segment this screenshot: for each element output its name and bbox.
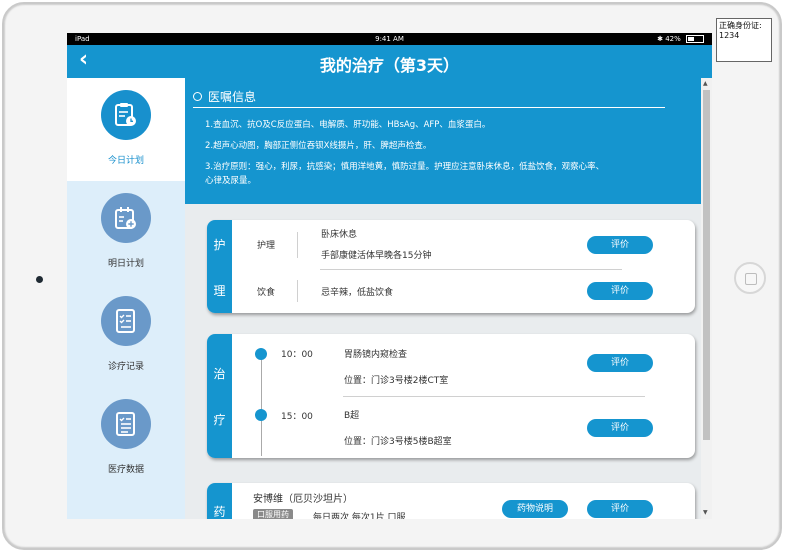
treatment-time: 15：00: [281, 412, 313, 422]
camera: [36, 276, 43, 283]
order-item: 2.超声心动图，胸部正侧位吞钡X线摄片，肝、脾超声检查。: [205, 141, 432, 151]
bluetooth-icon: ✱: [657, 35, 666, 43]
circle-icon: [193, 92, 202, 101]
id-note-value: 1234: [719, 31, 740, 40]
evaluate-button[interactable]: 评价: [587, 419, 653, 437]
sidebar-item-label: 今日计划: [107, 156, 144, 166]
treatment-location: 位置：门诊3号楼2楼CT室: [344, 376, 449, 386]
category-label: 护理: [257, 241, 276, 251]
evaluate-button[interactable]: 评价: [587, 500, 653, 518]
clipboard-clock-icon: [101, 90, 151, 140]
status-bar: iPad 9:41 AM ✱ 42%: [67, 33, 712, 45]
category-label: 饮食: [257, 288, 276, 298]
order-item: 1.查血沉、抗O及C反应蛋白、电解质、肝功能、HBsAg、AFP、血浆蛋白。: [205, 120, 491, 130]
nav-bar: ‹ 我的治疗（第3天）: [67, 45, 712, 78]
scroll-thumb[interactable]: [703, 90, 710, 440]
battery-status: ✱ 42%: [657, 33, 704, 45]
nursing-item: 忌辛辣，低盐饮食: [321, 288, 394, 298]
evaluate-button[interactable]: 评价: [587, 236, 653, 254]
checklist-icon: [101, 296, 151, 346]
sidebar-item-label: 明日计划: [107, 259, 144, 269]
nursing-item: 卧床休息: [321, 230, 358, 240]
medicine-card: 药 安博维（厄贝沙坦片） 口服用药 每日两次 每次1片 口服 药物说明 评价: [207, 483, 695, 519]
app-screen: iPad 9:41 AM ✱ 42% ‹ 我的治疗（第3天） 今日计划 明日计划: [67, 33, 712, 519]
tab-char: 疗: [213, 413, 226, 427]
treatment-time: 10：00: [281, 350, 313, 360]
sidebar-item-tomorrow-plan[interactable]: 明日计划: [67, 181, 185, 284]
sidebar: 今日计划 明日计划 诊疗记录 医疗数据: [67, 78, 185, 519]
order-item: 心律及尿量。: [205, 176, 257, 186]
treatment-card: 治 疗 10：00 胃肠镜内窥检查 位置：门诊3号楼2楼CT室 评价 15：00…: [207, 334, 695, 458]
sidebar-item-today-plan[interactable]: 今日计划: [67, 78, 185, 181]
divider: [297, 280, 298, 302]
timeline-dot: [255, 348, 267, 360]
timeline-dot: [255, 409, 267, 421]
scroll-down-icon[interactable]: ▼: [703, 509, 708, 517]
medical-orders-panel: 医嘱信息 1.查血沉、抗O及C反应蛋白、电解质、肝功能、HBsAg、AFP、血浆…: [185, 78, 701, 204]
orders-heading: 医嘱信息: [193, 88, 256, 105]
sidebar-item-label: 医疗数据: [107, 465, 144, 475]
timeline-line: [261, 356, 262, 456]
id-note: 正确身份证: 1234: [716, 18, 772, 62]
battery-percent: 42%: [665, 35, 681, 43]
id-note-label: 正确身份证:: [719, 21, 762, 30]
tab-char: 理: [213, 284, 226, 298]
sidebar-item-label: 诊疗记录: [107, 362, 144, 372]
nursing-card: 护 理 护理 卧床休息 手部康健活体早晚各15分钟 评价 饮食 忌辛辣，低盐饮食…: [207, 220, 695, 313]
tab-char: 护: [213, 238, 226, 252]
sidebar-item-records[interactable]: 诊疗记录: [67, 284, 185, 387]
battery-icon: [686, 35, 704, 43]
treatment-location: 位置：门诊3号楼5楼B超室: [344, 437, 452, 447]
scrollbar[interactable]: ▲ ▼: [701, 78, 712, 519]
divider: [193, 107, 665, 108]
divider: [320, 269, 622, 270]
treatment-title: B超: [344, 411, 360, 421]
medicine-tab: 药: [207, 483, 232, 519]
order-item: 3.治疗原则：强心，利尿，抗感染；慎用洋地黄，慎防过量。护理应注意卧床休息，低盐…: [205, 162, 605, 172]
nursing-tab: 护 理: [207, 220, 232, 313]
home-button[interactable]: [734, 262, 766, 294]
evaluate-button[interactable]: 评价: [587, 354, 653, 372]
medicine-tag: 口服用药: [253, 509, 293, 519]
nursing-item: 手部康健活体早晚各15分钟: [321, 251, 432, 261]
scroll-up-icon[interactable]: ▲: [703, 80, 708, 88]
list-data-icon: [101, 399, 151, 449]
treatment-title: 胃肠镜内窥检查: [344, 350, 408, 360]
tab-char: 治: [213, 367, 226, 381]
orders-title: 医嘱信息: [208, 90, 257, 104]
treatment-tab: 治 疗: [207, 334, 232, 458]
divider: [343, 396, 645, 397]
sidebar-item-medical-data[interactable]: 医疗数据: [67, 387, 185, 490]
clock: 9:41 AM: [375, 35, 404, 43]
calendar-plus-icon: [101, 193, 151, 243]
medicine-name: 安博维（厄贝沙坦片）: [253, 494, 353, 505]
tab-char: 药: [213, 505, 226, 519]
page-title: 我的治疗（第3天）: [319, 56, 460, 75]
medicine-dosage: 每日两次 每次1片 口服: [313, 513, 406, 519]
main-content: 医嘱信息 1.查血沉、抗O及C反应蛋白、电解质、肝功能、HBsAg、AFP、血浆…: [185, 78, 701, 519]
drug-info-button[interactable]: 药物说明: [502, 500, 568, 518]
evaluate-button[interactable]: 评价: [587, 282, 653, 300]
divider: [297, 232, 298, 258]
